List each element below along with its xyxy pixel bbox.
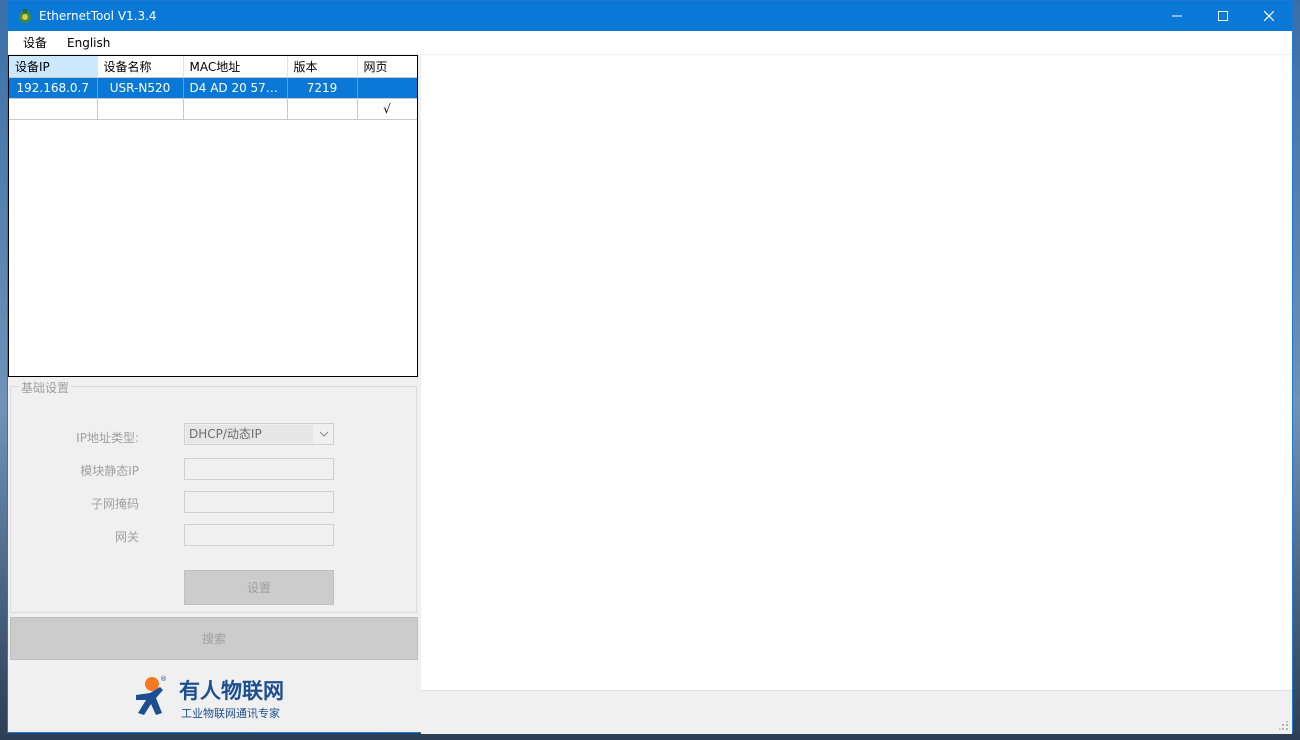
static-ip-label: 模块静态IP — [80, 464, 139, 478]
cell-name[interactable] — [97, 98, 184, 120]
cell-mac[interactable]: D4 AD 20 57 A... — [183, 77, 288, 99]
column-header-version[interactable]: 版本 — [287, 56, 358, 78]
chevron-down-icon — [319, 431, 329, 437]
close-icon — [1264, 11, 1274, 21]
person-logo-icon: ® — [136, 675, 167, 715]
window-title: EthernetTool V1.3.4 — [39, 9, 157, 23]
search-button[interactable]: 搜索 — [10, 617, 418, 660]
svg-text:®: ® — [160, 675, 167, 683]
basic-settings-title: 基础设置 — [19, 379, 72, 396]
app-window: EthernetTool V1.3.4 设备 English 设备IP 设备名称… — [7, 0, 1293, 734]
menu-device[interactable]: 设备 — [13, 34, 57, 51]
device-grid[interactable]: 设备IP 设备名称 MAC地址 版本 网页 192.168.0.7 USR-N5… — [8, 55, 418, 377]
status-bar — [421, 690, 1292, 734]
subnet-mask-label: 子网掩码 — [90, 497, 139, 511]
basic-settings-group: 基础设置 IP地址类型: DHCP/动态IP 模块静态IP 子网掩码 网关 设置 — [10, 379, 417, 613]
app-logo-icon — [17, 8, 33, 24]
gateway-input[interactable] — [184, 524, 334, 546]
ip-type-select[interactable]: DHCP/动态IP — [184, 423, 334, 445]
static-ip-input[interactable] — [184, 458, 334, 480]
cell-web[interactable] — [357, 77, 417, 99]
gateway-label: 网关 — [114, 530, 139, 544]
maximize-icon — [1218, 11, 1228, 21]
logo-title: 有人物联网 — [179, 679, 284, 703]
cell-ip[interactable]: 192.168.0.7 — [9, 77, 98, 99]
set-button[interactable]: 设置 — [184, 570, 334, 605]
table-row[interactable]: √ — [9, 98, 417, 120]
table-row[interactable]: 192.168.0.7 USR-N520 D4 AD 20 57 A... 72… — [9, 77, 417, 99]
ip-type-label: IP地址类型: — [76, 431, 139, 445]
menu-english[interactable]: English — [57, 36, 120, 50]
column-header-mac[interactable]: MAC地址 — [183, 56, 288, 78]
minimize-button[interactable] — [1154, 1, 1200, 31]
maximize-button[interactable] — [1200, 1, 1246, 31]
cell-name[interactable]: USR-N520 — [97, 77, 184, 99]
company-logo: ® 有人物联网 工业物联网通讯专家 — [130, 673, 310, 723]
resize-grip-icon[interactable] — [1279, 721, 1289, 731]
log-output-area[interactable] — [421, 55, 1292, 690]
cell-version[interactable] — [287, 98, 358, 120]
title-bar[interactable]: EthernetTool V1.3.4 — [8, 1, 1292, 31]
column-header-ip[interactable]: 设备IP — [9, 56, 98, 78]
logo-slogan: 工业物联网通讯专家 — [181, 707, 280, 720]
minimize-icon — [1172, 15, 1182, 17]
menu-bar: 设备 English — [8, 31, 1292, 54]
column-header-web[interactable]: 网页 — [357, 56, 417, 78]
subnet-mask-input[interactable] — [184, 491, 334, 513]
ip-type-value: DHCP/动态IP — [186, 425, 313, 443]
cell-ip[interactable] — [9, 98, 98, 120]
cell-mac[interactable] — [183, 98, 288, 120]
cell-web[interactable]: √ — [357, 98, 417, 120]
column-header-name[interactable]: 设备名称 — [97, 56, 184, 78]
close-button[interactable] — [1246, 1, 1292, 31]
cell-version[interactable]: 7219 — [287, 77, 358, 99]
